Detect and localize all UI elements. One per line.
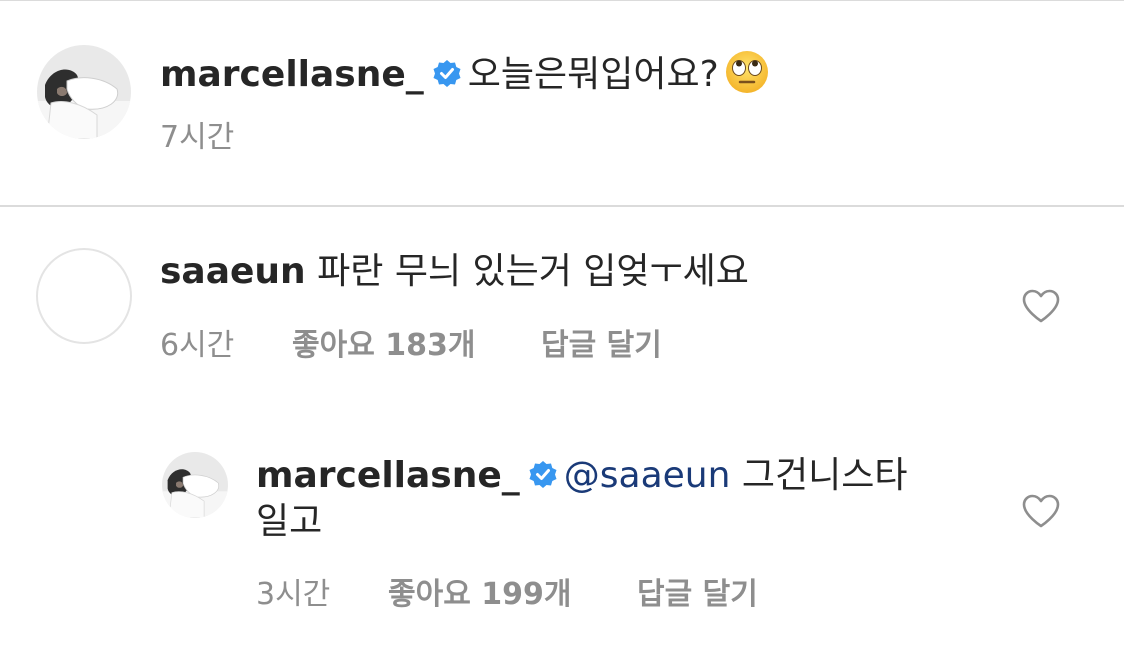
heart-outline-icon[interactable] [1021, 493, 1061, 529]
comment-username[interactable]: saaeun [160, 251, 306, 292]
caption-meta: 7시간 [160, 120, 360, 156]
reply-text-line1: 그건니스타 [741, 455, 908, 496]
reply-meta: 3시간 좋아요 199개 답글 달기 [256, 577, 816, 613]
comment-likes-count[interactable]: 좋아요 183개 [292, 328, 475, 364]
reply-timestamp[interactable]: 3시간 [256, 577, 330, 613]
reply-button[interactable]: 답글 달기 [637, 577, 758, 613]
comment-text: 파란 무늬 있는거 입엊ㅜ세요 [317, 251, 749, 292]
reply-line-1: marcellasne_ @saaeun 그건니스타 [256, 453, 908, 499]
rolling-eyes-emoji-icon [723, 48, 771, 96]
comment-line-saaeun: saaeun 파란 무늬 있는거 입엊ㅜ세요 [160, 249, 749, 295]
verified-badge-icon [432, 59, 462, 89]
comment-avatar-saaeun[interactable] [36, 248, 132, 344]
caption-username[interactable]: marcellasne_ [160, 54, 424, 95]
verified-badge-icon [528, 460, 558, 490]
caption-avatar[interactable] [37, 45, 131, 139]
reply-button[interactable]: 답글 달기 [541, 328, 662, 364]
comment-meta: 6시간 좋아요 183개 답글 달기 [160, 328, 720, 364]
reply-text-line2: 일고 [256, 501, 323, 542]
caption-timestamp[interactable]: 7시간 [160, 120, 234, 156]
reply-avatar[interactable] [162, 452, 228, 518]
mention-link[interactable]: @saaeun [564, 455, 731, 496]
reply-likes-count[interactable]: 좋아요 199개 [388, 577, 571, 613]
caption-text: 오늘은뭐입어요? [467, 54, 719, 95]
top-border [0, 0, 1124, 1]
reply-line-2: 일고 [256, 499, 322, 545]
comment-timestamp[interactable]: 6시간 [160, 328, 234, 364]
heart-outline-icon[interactable] [1021, 288, 1061, 324]
section-divider [0, 205, 1124, 207]
caption-line: marcellasne_ 오늘은뭐입어요? [160, 48, 771, 98]
reply-username[interactable]: marcellasne_ [256, 455, 520, 496]
avatar-photo [162, 452, 228, 518]
avatar-photo [37, 45, 131, 139]
